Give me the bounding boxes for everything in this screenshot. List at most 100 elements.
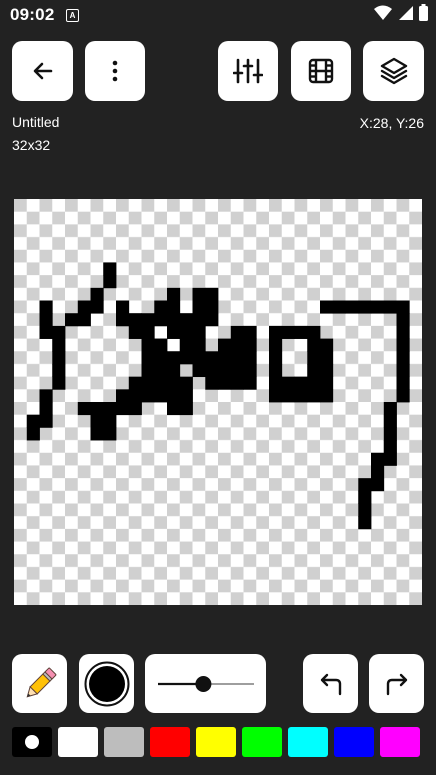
pixel bbox=[90, 287, 104, 301]
pixel bbox=[192, 287, 206, 301]
palette-swatch[interactable] bbox=[58, 727, 98, 757]
pixel bbox=[230, 363, 244, 378]
undo-icon bbox=[320, 673, 341, 695]
pixel bbox=[218, 376, 232, 390]
palette-swatch[interactable] bbox=[288, 727, 328, 757]
pixel bbox=[128, 376, 142, 390]
pixel bbox=[116, 402, 130, 416]
pixel bbox=[396, 363, 410, 378]
pixel bbox=[383, 427, 397, 441]
pixel bbox=[167, 287, 181, 301]
pixel bbox=[103, 427, 117, 441]
redo-icon bbox=[386, 673, 407, 695]
pixel bbox=[192, 338, 206, 352]
pixel bbox=[205, 300, 219, 314]
pixel bbox=[154, 363, 168, 378]
pixel bbox=[218, 338, 232, 352]
pixel bbox=[307, 338, 321, 352]
palette-swatch[interactable] bbox=[380, 727, 420, 757]
palette-swatch[interactable] bbox=[12, 727, 52, 757]
pixel bbox=[371, 452, 385, 466]
pixel bbox=[192, 325, 206, 339]
more-vertical-icon bbox=[112, 60, 118, 82]
pixel bbox=[269, 325, 283, 339]
palette-swatch[interactable] bbox=[196, 727, 236, 757]
color-picker-button[interactable] bbox=[79, 654, 134, 713]
pixel bbox=[294, 376, 308, 390]
pixel bbox=[396, 389, 410, 403]
drawing-canvas[interactable] bbox=[14, 199, 422, 605]
pixel bbox=[307, 325, 321, 339]
pixel bbox=[269, 351, 283, 365]
pixel bbox=[141, 325, 155, 339]
pixel bbox=[294, 389, 308, 403]
layers-button[interactable] bbox=[363, 41, 424, 101]
pencil-tool-button[interactable] bbox=[12, 654, 67, 713]
pixel bbox=[294, 325, 308, 339]
undo-button[interactable] bbox=[303, 654, 358, 713]
pixel bbox=[39, 313, 53, 327]
selected-indicator bbox=[25, 735, 39, 749]
pixel bbox=[77, 402, 91, 416]
more-menu-button[interactable] bbox=[85, 41, 145, 101]
pixel bbox=[128, 325, 142, 339]
pixel bbox=[77, 313, 91, 327]
pixel bbox=[192, 300, 206, 314]
frames-button[interactable] bbox=[291, 41, 351, 101]
pixel bbox=[103, 414, 117, 428]
pixel bbox=[65, 313, 79, 327]
status-time: 09:02 bbox=[10, 5, 55, 24]
pixel bbox=[371, 478, 385, 492]
pixel bbox=[128, 389, 142, 403]
pencil-icon bbox=[26, 667, 56, 697]
pixel bbox=[345, 300, 359, 314]
pixel bbox=[39, 414, 53, 428]
pixel bbox=[396, 313, 410, 327]
pixel bbox=[243, 376, 257, 390]
pixel bbox=[128, 402, 142, 416]
pixel bbox=[307, 389, 321, 403]
pixel bbox=[141, 363, 155, 378]
sliders-icon bbox=[233, 58, 263, 84]
pixel bbox=[192, 351, 206, 365]
brush-size-slider[interactable] bbox=[145, 654, 266, 713]
pixel bbox=[243, 325, 257, 339]
pixel bbox=[167, 402, 181, 416]
pixel bbox=[218, 363, 232, 378]
back-button[interactable] bbox=[12, 41, 73, 101]
pixel bbox=[243, 363, 257, 378]
pixel bbox=[396, 325, 410, 339]
pixel bbox=[167, 300, 181, 314]
pixel bbox=[52, 338, 66, 352]
palette-swatch[interactable] bbox=[242, 727, 282, 757]
palette-swatch[interactable] bbox=[150, 727, 190, 757]
pixel bbox=[269, 376, 283, 390]
pixel bbox=[358, 516, 372, 530]
layers-icon bbox=[380, 57, 407, 85]
pixel bbox=[230, 325, 244, 339]
redo-button[interactable] bbox=[369, 654, 424, 713]
palette-swatch[interactable] bbox=[104, 727, 144, 757]
pixel bbox=[167, 389, 181, 403]
pixel bbox=[52, 351, 66, 365]
adjust-button[interactable] bbox=[218, 41, 278, 101]
pixel bbox=[205, 376, 219, 390]
pixel bbox=[371, 465, 385, 479]
pixel bbox=[52, 376, 66, 390]
pixel bbox=[116, 300, 130, 314]
pixel bbox=[167, 351, 181, 365]
pixel bbox=[205, 351, 219, 365]
pixel bbox=[230, 351, 244, 365]
pixel bbox=[154, 389, 168, 403]
pixel bbox=[141, 389, 155, 403]
battery-icon bbox=[419, 4, 428, 21]
pixel bbox=[154, 376, 168, 390]
transparency-grid bbox=[14, 199, 422, 605]
document-name: Untitled bbox=[12, 114, 60, 130]
pixel bbox=[307, 351, 321, 365]
pixel bbox=[90, 427, 104, 441]
palette-swatch[interactable] bbox=[334, 727, 374, 757]
pixel bbox=[320, 389, 334, 403]
pixel bbox=[39, 402, 53, 416]
pixel bbox=[26, 427, 40, 441]
